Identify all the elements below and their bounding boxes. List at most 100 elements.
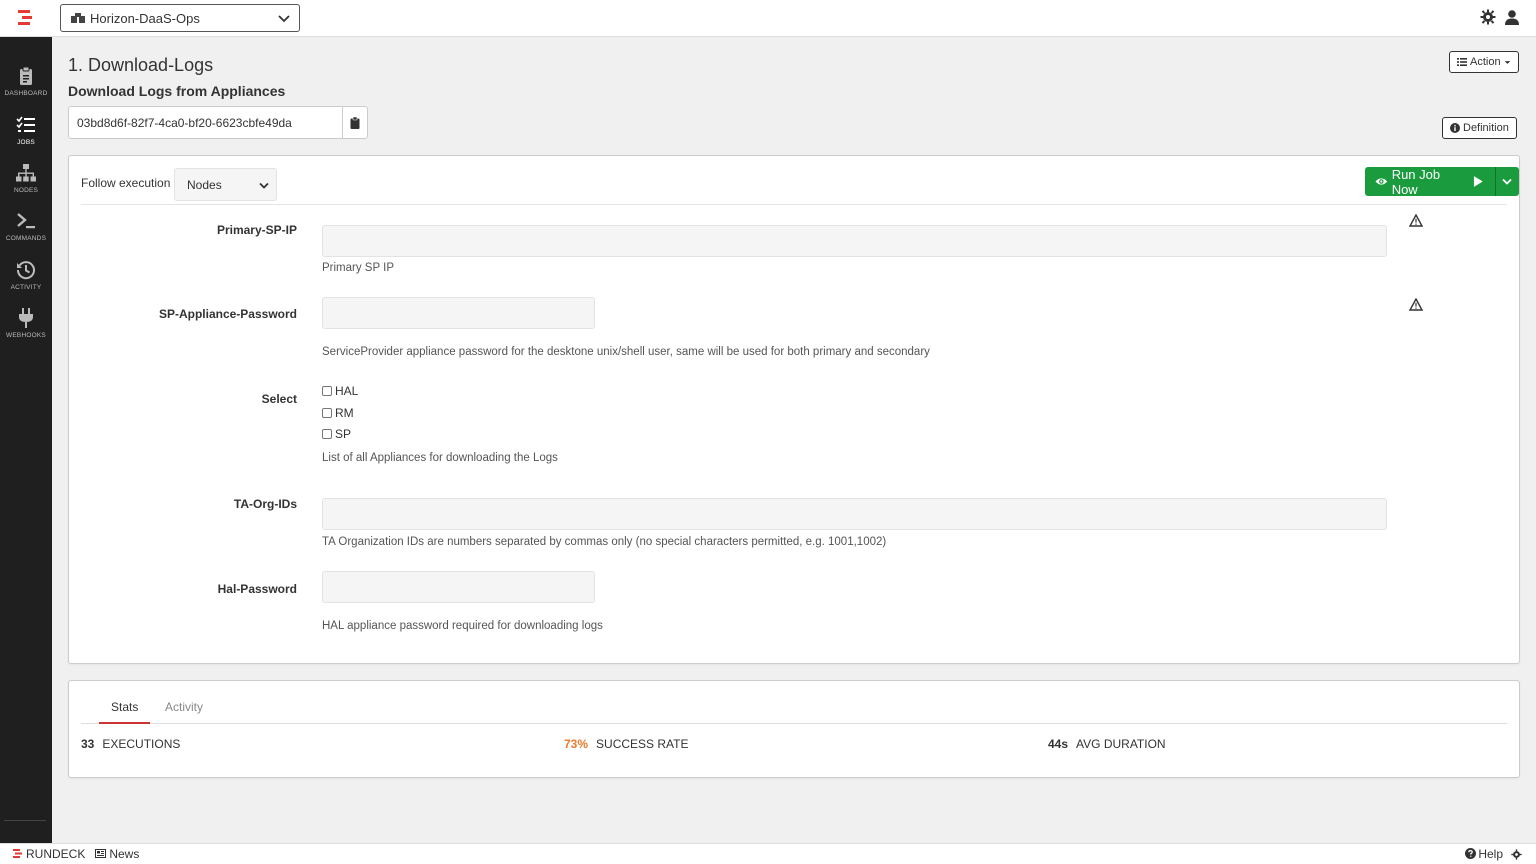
sidebar-item-jobs[interactable]: JOBS: [0, 114, 52, 160]
checkbox-box[interactable]: [322, 429, 332, 439]
newspaper-icon: [95, 849, 107, 858]
clipboard-icon: [350, 116, 360, 129]
checkbox-label: RM: [335, 406, 354, 420]
stat-executions: 33 EXECUTIONS: [81, 737, 180, 751]
checkbox-hal[interactable]: HAL: [322, 384, 358, 398]
action-button-label: Action: [1470, 56, 1501, 68]
user-icon[interactable]: [1504, 9, 1520, 25]
job-uuid-field[interactable]: [68, 106, 342, 139]
stat-executions-value: 33: [81, 737, 95, 751]
gear-icon[interactable]: [1511, 848, 1522, 860]
project-selector[interactable]: Horizon-DaaS-Ops: [60, 4, 300, 32]
option-help-ta-org-ids: TA Organization IDs are numbers separate…: [322, 536, 887, 548]
stat-executions-label: EXECUTIONS: [102, 737, 181, 751]
footer-news: News: [109, 847, 140, 861]
checkbox-box[interactable]: [322, 408, 332, 418]
list-icon: [1457, 58, 1467, 66]
sidebar-item-webhooks[interactable]: WEBHOOKS: [0, 307, 52, 353]
hal-password-input[interactable]: [322, 571, 595, 603]
run-job-now-button[interactable]: Run Job Now: [1365, 166, 1495, 197]
question-circle-icon: [1465, 848, 1477, 859]
footer-brand-link[interactable]: RUNDECK: [12, 847, 85, 861]
sidebar-item-label: ACTIVITY: [10, 284, 42, 291]
sidebar-item-commands[interactable]: COMMANDS: [0, 210, 52, 256]
sidebar-item-label: COMMANDS: [5, 235, 47, 242]
list-icon: [16, 116, 35, 132]
rundeck-logo-icon[interactable]: [14, 8, 36, 28]
sidebar-item-label: WEBHOOKS: [6, 332, 46, 339]
ta-org-ids-input[interactable]: [322, 498, 1387, 530]
stat-avg-duration-value: 44s: [1048, 737, 1069, 751]
footer-news-link[interactable]: News: [95, 847, 139, 861]
option-help-primary-sp-ip: Primary SP IP: [322, 262, 394, 274]
sidebar-item-label: DASHBOARD: [4, 90, 48, 97]
option-label-select: Select: [261, 392, 297, 406]
footer-brand: RUNDECK: [26, 847, 86, 861]
stats-tabs: Stats Activity: [81, 697, 1507, 724]
job-options-panel: Follow execution Nodes Run Job Now Prima…: [68, 155, 1520, 664]
checkbox-box[interactable]: [322, 386, 332, 396]
follow-execution-label: Follow execution: [81, 176, 171, 190]
tab-activity[interactable]: Activity: [153, 700, 215, 724]
option-label-sp-appliance-password: SP-Appliance-Password: [158, 307, 297, 321]
main-content: 1. Download-Logs Download Logs from Appl…: [52, 37, 1536, 843]
checkbox-sp[interactable]: SP: [322, 427, 351, 441]
option-label-ta-org-ids: TA-Org-IDs: [233, 497, 297, 511]
action-button[interactable]: Action: [1449, 51, 1519, 73]
stat-success-rate: 73% SUCCESS RATE: [564, 737, 689, 751]
primary-sp-ip-input[interactable]: [322, 225, 1387, 257]
sidebar-item-label: JOBS: [17, 139, 35, 146]
checkbox-label: SP: [335, 427, 352, 441]
stat-avg-duration: 44s AVG DURATION: [1048, 737, 1166, 751]
plug-icon: [19, 308, 33, 328]
copy-uuid-button[interactable]: [342, 106, 368, 139]
form-divider: [81, 204, 1507, 205]
run-job-now-label: Run Job Now: [1391, 166, 1441, 197]
job-title[interactable]: 1. Download-Logs: [68, 55, 213, 76]
caret-down-icon: [1504, 60, 1510, 64]
history-icon: [16, 261, 35, 280]
sitemap-icon: [16, 164, 36, 182]
warning-icon: [1409, 214, 1423, 227]
stat-success-rate-value: 73%: [564, 737, 589, 751]
sidebar-item-label: NODES: [13, 187, 39, 194]
chevron-down-icon: [1502, 178, 1512, 185]
checkbox-label: HAL: [335, 384, 359, 398]
checkbox-rm[interactable]: RM: [322, 406, 354, 420]
clipboard-icon: [20, 66, 32, 85]
job-stats-panel: Stats Activity 33 EXECUTIONS 73% SUCCESS R…: [68, 680, 1520, 778]
option-help-sp-appliance-password: ServiceProvider appliance password for t…: [322, 346, 930, 358]
info-circle-icon: [1450, 123, 1460, 133]
sidebar-item-activity[interactable]: ACTIVITY: [0, 259, 52, 305]
play-icon: [1473, 176, 1483, 187]
sidebar: DASHBOARD JOBS NODES COMMANDS ACTIVITY W…: [0, 37, 52, 864]
definition-button[interactable]: Definition: [1442, 117, 1517, 139]
stat-success-rate-label: SUCCESS RATE: [596, 737, 689, 751]
option-label-primary-sp-ip: Primary-SP-IP: [216, 223, 297, 237]
sp-appliance-password-input[interactable]: [322, 297, 595, 329]
terminal-icon: [17, 213, 35, 229]
follow-execution-value: Nodes: [187, 177, 222, 192]
definition-button-label: Definition: [1463, 122, 1509, 134]
stat-avg-duration-label: AVG DURATION: [1076, 737, 1166, 751]
option-help-hal-password: HAL appliance password required for down…: [322, 620, 603, 632]
sidebar-item-nodes[interactable]: NODES: [0, 162, 52, 208]
run-job-group: Run Job Now: [1365, 166, 1519, 197]
run-options-dropdown-button[interactable]: [1494, 167, 1519, 196]
footer-help: Help: [1478, 847, 1503, 861]
boxes-icon: [71, 13, 85, 23]
chevron-down-icon: [259, 182, 269, 189]
eye-icon: [1375, 178, 1388, 185]
footer-help-link[interactable]: Help: [1465, 847, 1503, 861]
project-name: Horizon-DaaS-Ops: [90, 10, 200, 26]
option-help-select: List of all Appliances for downloading t…: [322, 452, 558, 464]
tab-stats[interactable]: Stats: [99, 700, 151, 724]
rundeck-logo-icon: [13, 849, 22, 858]
sidebar-item-dashboard[interactable]: DASHBOARD: [0, 65, 52, 111]
top-bar: Horizon-DaaS-Ops: [0, 0, 1536, 37]
follow-execution-select[interactable]: Nodes: [174, 168, 277, 201]
footer: RUNDECK News Help: [0, 843, 1536, 864]
warning-icon: [1409, 298, 1423, 311]
job-description: Download Logs from Appliances: [68, 83, 286, 99]
gear-icon[interactable]: [1480, 9, 1496, 25]
